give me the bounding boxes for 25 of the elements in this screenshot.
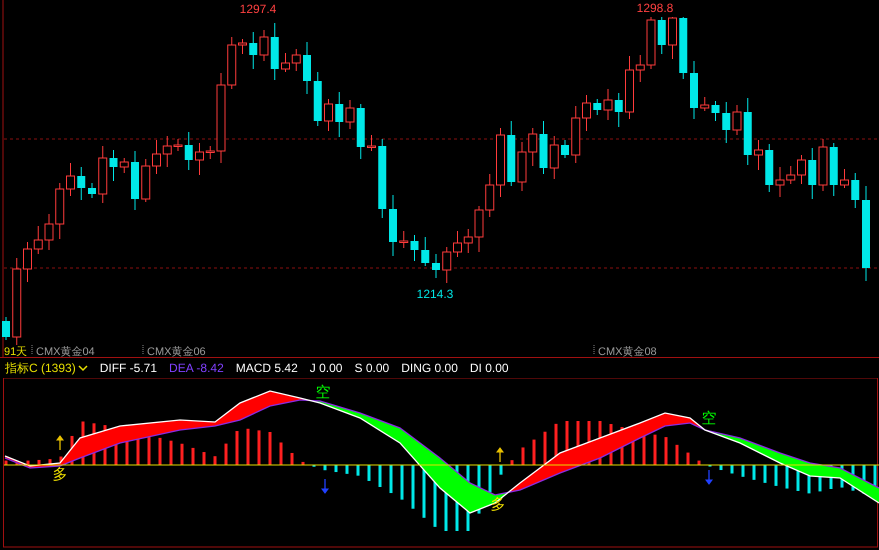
price-label: 1298.8 xyxy=(636,1,674,15)
indicator-value: DIFF -5.71 xyxy=(100,361,158,375)
indicator-value: MACD 5.42 xyxy=(236,361,298,375)
signal-label: 多 xyxy=(52,466,68,483)
indicator-value: J 0.00 xyxy=(310,361,342,375)
price-label: 1214.3 xyxy=(416,287,454,301)
period-label: 91天 xyxy=(4,346,28,357)
contract-label: CMX黄金04 xyxy=(36,346,95,357)
signal-label: 空 xyxy=(316,384,330,401)
indicator-value: DING 0.00 xyxy=(401,361,458,375)
tick-mark xyxy=(142,344,144,356)
contract-label: CMX黄金08 xyxy=(598,346,657,357)
up-arrow-icon xyxy=(56,435,64,450)
signal-label: 空 xyxy=(702,410,716,427)
chevron-down-icon xyxy=(78,364,88,372)
signal-label: 多 xyxy=(490,496,506,513)
indicator-value: DEA -8.42 xyxy=(169,361,224,375)
indicator-name[interactable]: 指标C (1393) xyxy=(5,360,88,376)
up-arrow-icon xyxy=(496,447,504,462)
indicator-value: DI 0.00 xyxy=(470,361,509,375)
indicator-value: S 0.00 xyxy=(354,361,390,375)
contract-label: CMX黄金06 xyxy=(147,346,206,357)
price-label: 1297.4 xyxy=(240,2,276,16)
down-arrow-icon xyxy=(321,479,329,494)
down-arrow-icon xyxy=(705,470,713,485)
